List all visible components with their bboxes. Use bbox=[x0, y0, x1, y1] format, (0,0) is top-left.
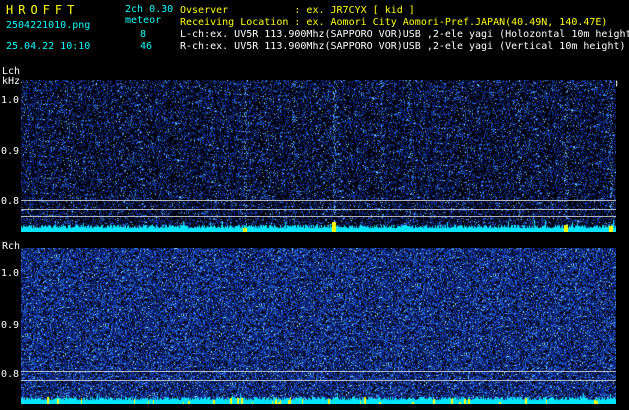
rch-ytick-2: 0.9 bbox=[1, 320, 20, 331]
lch-ref-line-2 bbox=[21, 209, 616, 210]
lch-ytick-2: 0.9 bbox=[1, 146, 20, 157]
hrofft-window: HROFFT 2ch 0.30 meteor 8 46 2504221010.p… bbox=[0, 0, 629, 410]
app-title: HROFFT bbox=[6, 3, 80, 17]
rch-info-line: R-ch:ex. UV5R 113.900Mhz(SAPPORO VOR)USB… bbox=[180, 41, 626, 52]
lch-info-line: L-ch:ex. UV5R 113.900Mhz(SAPPORO VOR)USB… bbox=[180, 29, 629, 40]
lch-ytick-3: 0.8 bbox=[1, 196, 20, 207]
rch-label: Rch bbox=[2, 241, 21, 252]
meteor-label: meteor bbox=[125, 15, 162, 26]
mode-label: 2ch 0.30 bbox=[125, 4, 174, 15]
datetime: 25.04.22 10:10 bbox=[6, 41, 91, 52]
rch-ref-line-2 bbox=[21, 380, 616, 381]
lch-ytick-1: 1.0 bbox=[1, 95, 20, 106]
observer-line: Ovserver : ex. JR7CYX [ kid ] bbox=[180, 5, 415, 16]
lch-meteor-count: 8 bbox=[140, 29, 147, 40]
filename: 2504221010.png bbox=[6, 20, 91, 31]
lch-ref-line-1 bbox=[21, 200, 616, 201]
lch-ref-line-3 bbox=[21, 216, 616, 217]
rch-meteor-count: 46 bbox=[140, 41, 153, 52]
rch-ytick-1: 1.0 bbox=[1, 268, 20, 279]
location-line: Receiving Location : ex. Aomori City Aom… bbox=[180, 17, 608, 28]
rch-ref-line-1 bbox=[21, 371, 616, 372]
rch-ytick-3: 0.8 bbox=[1, 369, 20, 380]
lch-unit: kHz bbox=[2, 76, 21, 87]
